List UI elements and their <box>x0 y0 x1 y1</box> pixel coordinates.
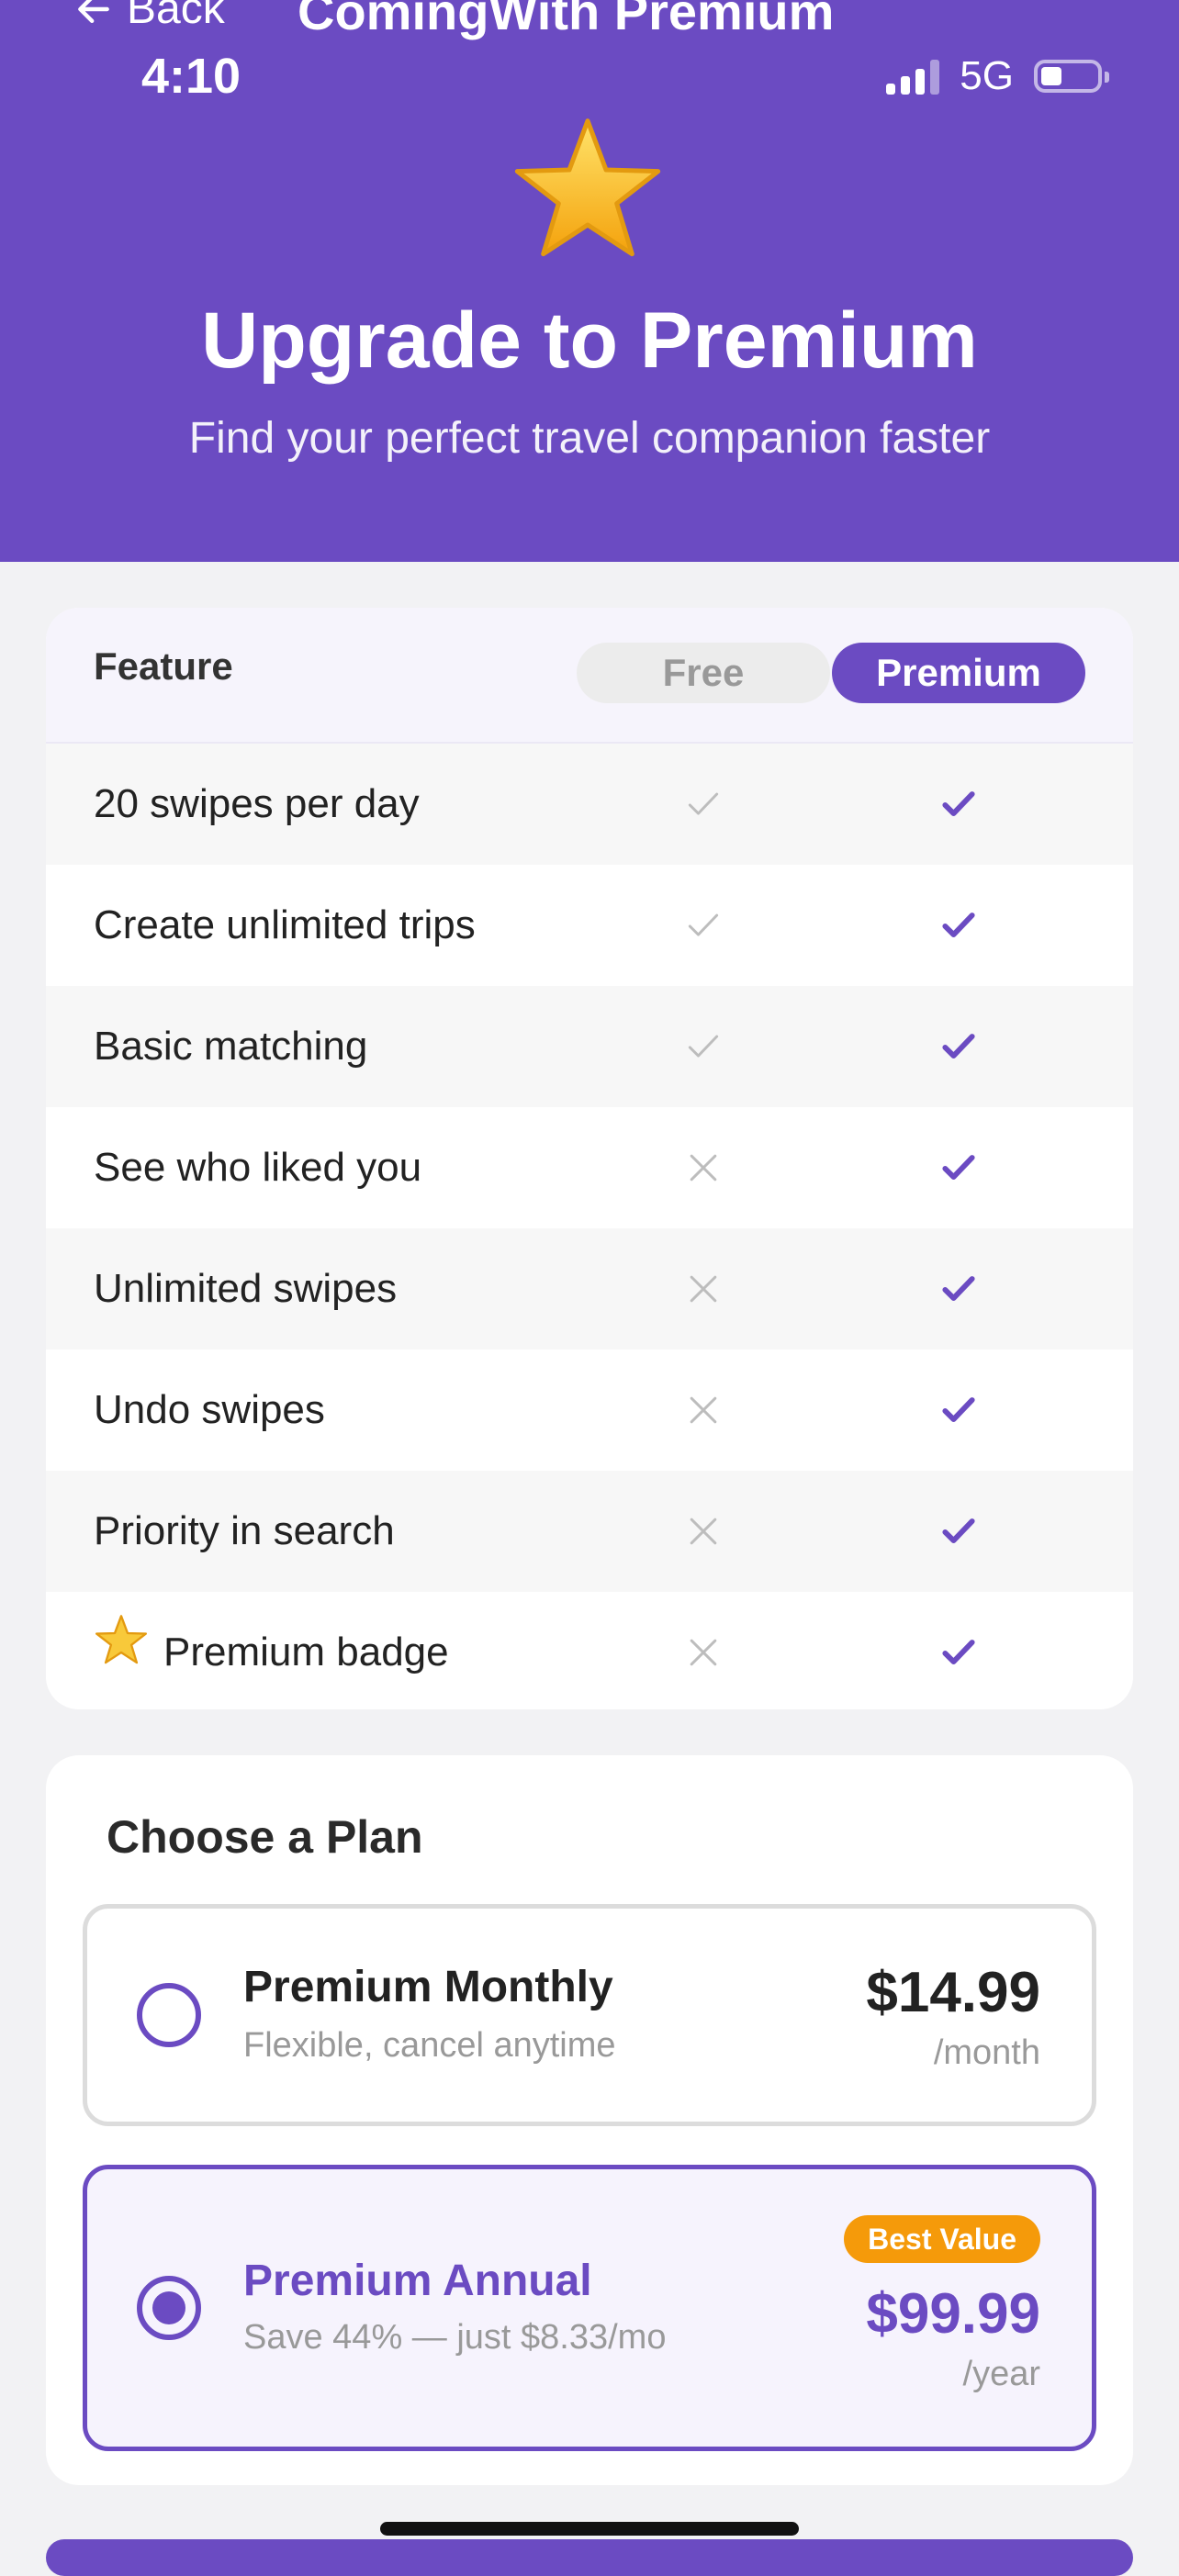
network-label: 5G <box>960 53 1014 98</box>
plan-section-title: Choose a Plan <box>107 1811 423 1863</box>
feature-label: Unlimited swipes <box>94 1266 398 1311</box>
star-icon <box>94 1592 149 1709</box>
check-icon <box>938 1632 979 1673</box>
check-icon <box>683 784 724 824</box>
plan-card: Choose a Plan Premium Monthly Flexible, … <box>46 1755 1133 2485</box>
plan-option-annual[interactable]: Premium Annual Save 44% — just $8.33/mo … <box>83 2165 1096 2451</box>
feature-name: Undo swipes <box>94 1350 325 1471</box>
premium-header: Back ComingWith Premium 4:10 5G Upgrade … <box>0 0 1179 562</box>
feature-column-label: Feature <box>94 644 233 688</box>
plan-name: Premium Monthly <box>243 1963 613 2011</box>
check-icon <box>938 1148 979 1188</box>
plan-name: Premium Annual <box>243 2257 592 2305</box>
best-value-badge: Best Value <box>844 2215 1040 2263</box>
feature-label: Premium badge <box>163 1630 449 1674</box>
feature-label: Priority in search <box>94 1508 395 1553</box>
plan-price: $14.99 <box>866 1961 1040 2024</box>
check-icon <box>683 1026 724 1067</box>
feature-label: 20 swipes per day <box>94 781 420 826</box>
plan-price: $99.99 <box>866 2282 1040 2346</box>
feature-row: Undo swipes <box>46 1350 1133 1471</box>
plan-period: /month <box>933 2033 1040 2072</box>
signal-icon <box>886 58 940 95</box>
feature-row: Create unlimited trips <box>46 865 1133 986</box>
status-indicators: 5G <box>886 53 1109 99</box>
feature-row: Unlimited swipes <box>46 1228 1133 1350</box>
feature-label: See who liked you <box>94 1145 422 1190</box>
home-indicator <box>380 2522 799 2536</box>
check-icon <box>938 784 979 824</box>
premium-column-pill: Premium <box>832 643 1085 703</box>
cross-icon <box>683 1269 724 1309</box>
plan-option-monthly[interactable]: Premium Monthly Flexible, cancel anytime… <box>83 1904 1096 2126</box>
free-column-pill: Free <box>577 643 830 703</box>
cross-icon <box>683 1148 724 1188</box>
feature-table-header: Feature Free Premium <box>46 608 1133 744</box>
radio-button-monthly[interactable] <box>137 1983 201 2047</box>
feature-row: 20 swipes per day <box>46 744 1133 865</box>
feature-label: Basic matching <box>94 1024 368 1069</box>
feature-name: Priority in search <box>94 1471 395 1592</box>
back-label: Back <box>127 0 225 33</box>
star-icon <box>514 118 661 257</box>
hero-subtitle: Find your perfect travel companion faste… <box>188 414 991 463</box>
radio-button-annual[interactable] <box>137 2276 201 2340</box>
feature-rows: 20 swipes per day Create unlimited trips B… <box>46 744 1133 1709</box>
plan-period: /year <box>962 2355 1040 2393</box>
feature-label: Undo swipes <box>94 1387 325 1432</box>
back-button[interactable]: Back <box>73 0 225 34</box>
feature-name: See who liked you <box>94 1107 421 1228</box>
subscribe-button[interactable] <box>46 2539 1133 2576</box>
feature-row: Priority in search <box>46 1471 1133 1592</box>
check-icon <box>938 1511 979 1551</box>
back-arrow-icon <box>78 0 109 23</box>
cross-icon <box>683 1511 724 1551</box>
plan-description: Save 44% — just $8.33/mo <box>243 2318 667 2357</box>
check-icon <box>938 905 979 946</box>
feature-row: Basic matching <box>46 986 1133 1107</box>
cross-icon <box>683 1390 724 1430</box>
status-time: 4:10 <box>141 49 241 104</box>
feature-comparison-card: Feature Free Premium 20 swipes per day Cr… <box>46 608 1133 1709</box>
check-icon <box>938 1390 979 1430</box>
check-icon <box>683 905 724 946</box>
hero-title: Upgrade to Premium <box>201 297 978 385</box>
check-icon <box>938 1026 979 1067</box>
feature-name: Create unlimited trips <box>94 865 476 986</box>
cross-icon <box>683 1632 724 1673</box>
feature-row: Premium badge <box>46 1592 1133 1709</box>
feature-label: Create unlimited trips <box>94 902 476 947</box>
battery-icon <box>1034 60 1109 93</box>
nav-title: ComingWith Premium <box>298 0 835 40</box>
feature-name: 20 swipes per day <box>94 744 420 865</box>
feature-name: Basic matching <box>94 986 367 1107</box>
feature-name: Premium badge <box>94 1592 449 1709</box>
feature-row: See who liked you <box>46 1107 1133 1228</box>
feature-name: Unlimited swipes <box>94 1228 397 1350</box>
plan-description: Flexible, cancel anytime <box>243 2026 616 2065</box>
check-icon <box>938 1269 979 1309</box>
